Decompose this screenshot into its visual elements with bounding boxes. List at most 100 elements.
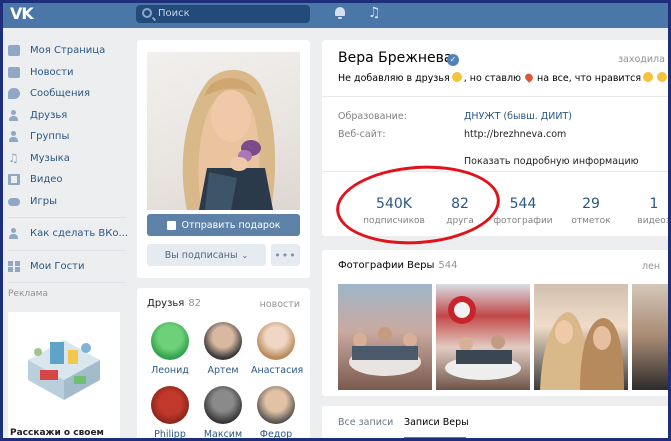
menu-item-music[interactable]: ♫ Музыка [8, 148, 126, 170]
friend-name: Федор [259, 429, 293, 440]
menu-item-friends[interactable]: Друзья [8, 105, 126, 127]
friend-avatar [257, 322, 295, 360]
games-icon [8, 198, 20, 207]
kiss-emoji-icon [657, 72, 668, 82]
photo-thumbnail[interactable] [436, 284, 530, 390]
send-gift-label: Отправить подарок [181, 219, 281, 231]
photo-thumbnail[interactable] [632, 284, 671, 390]
ad-block[interactable]: Расскажи о своем [8, 312, 120, 438]
menu-item-groups[interactable]: Группы [8, 126, 126, 148]
chevron-down-icon: ⌄ [241, 250, 249, 260]
photos-more-link[interactable]: лен [642, 261, 660, 272]
stat-videos[interactable]: 1 видеоз [628, 196, 671, 226]
friends-title: Друзья [147, 298, 185, 309]
photo-image [540, 312, 624, 390]
subscribed-dropdown-button[interactable]: Вы подписаны ⌄ [147, 244, 266, 266]
friends-icon [8, 109, 20, 121]
tab-own-posts[interactable]: Записи Веры [404, 417, 469, 428]
subscribed-label: Вы подписаны [164, 249, 238, 261]
show-more-info-link[interactable]: Показать подробную информацию [464, 156, 639, 167]
menu-item-label: Музыка [30, 152, 70, 164]
stat-label: видеоз [637, 216, 671, 226]
menu-item-label: Моя Страница [30, 45, 106, 57]
friends-news-link[interactable]: новости [260, 299, 300, 310]
photo-image [445, 296, 521, 380]
photos-title-row[interactable]: Фотографии Веры 544 [338, 260, 457, 271]
friend-name: Максим [203, 429, 243, 440]
photo-image [349, 327, 421, 376]
friend-item[interactable]: Леонид [145, 322, 195, 376]
friend-avatar [204, 386, 242, 424]
website-label: Веб-сайт: [338, 129, 386, 140]
website-link[interactable]: http://brezhneva.com [464, 129, 566, 140]
more-actions-button[interactable]: ••• [271, 244, 300, 266]
search-input[interactable]: Поиск [136, 5, 310, 23]
friends-card: Друзья 82 новости Леонид Артем Анастасия … [137, 288, 310, 441]
stat-value: 29 [582, 196, 600, 212]
photos-card: Фотографии Веры 544 лен [322, 250, 671, 396]
friend-item[interactable]: Анастасия [251, 322, 304, 376]
smile-emoji-icon [451, 72, 462, 82]
photo-thumbnail[interactable] [534, 284, 628, 390]
heart-emoji-icon [523, 72, 535, 83]
profile-avatar[interactable] [147, 52, 300, 210]
menu-item-guests[interactable]: Мои Гости [8, 256, 126, 278]
profile-name: Вера Брежнева [338, 50, 453, 66]
status-text-1: Не добавляю в друзья [338, 73, 450, 84]
profile-photo-card: Отправить подарок Вы подписаны ⌄ ••• [137, 40, 310, 278]
friend-name: Анастасия [251, 365, 304, 376]
menu-divider [8, 249, 126, 251]
friend-item[interactable]: Артем [198, 322, 248, 376]
stat-value: 1 [649, 196, 659, 212]
video-icon [8, 174, 20, 186]
friend-name: Леонид [151, 365, 189, 376]
send-gift-button[interactable]: Отправить подарок [147, 214, 300, 236]
stat-label: фотографии [493, 216, 553, 226]
menu-item-news[interactable]: Новости [8, 62, 126, 84]
wink-emoji-icon [643, 72, 654, 82]
menu-item-games[interactable]: Игры [8, 191, 126, 213]
friends-count: 82 [188, 298, 202, 309]
info-divider [322, 96, 671, 97]
friend-name: Philipp [154, 429, 186, 440]
tab-all-posts[interactable]: Все записи [338, 417, 393, 428]
photos-count: 544 [438, 260, 458, 271]
menu-item-label: Мои Гости [30, 260, 85, 272]
friend-name: Артем [207, 365, 239, 376]
ads-title: Реклама [8, 289, 48, 299]
gift-icon [166, 220, 176, 230]
menu-item-label: Как сделать ВКо... [30, 228, 129, 240]
stat-label: отметок [571, 216, 611, 226]
verified-check-icon: ✓ [447, 54, 459, 66]
photos-title: Фотографии Веры [338, 260, 435, 271]
education-label: Образование: [338, 111, 407, 122]
menu-item-label: Сообщения [30, 88, 91, 100]
menu-divider [8, 217, 126, 218]
notifications-bell-icon[interactable] [333, 6, 347, 20]
menu-item-label: Видео [30, 174, 63, 186]
search-placeholder: Поиск [158, 8, 190, 19]
status-text-2: , но ставлю [463, 73, 522, 84]
active-tab-indicator [404, 437, 466, 439]
info-divider [322, 171, 671, 172]
education-link[interactable]: ДНУЖТ (бывш. ДИИТ) [464, 111, 572, 122]
menu-item-label: Игры [30, 195, 57, 207]
menu-item-app[interactable]: Как сделать ВКо... [8, 223, 129, 245]
avatar-portrait [182, 69, 276, 210]
friend-item[interactable]: Максим [198, 386, 248, 440]
posts-tabs-card: Все записи Записи Веры [322, 406, 671, 441]
online-status: заходила с [618, 54, 671, 65]
top-header: VK Поиск ♫ [0, 0, 671, 28]
groups-icon [8, 131, 20, 143]
friend-item[interactable]: Philipp [145, 386, 195, 440]
menu-item-my-page[interactable]: Моя Страница [8, 40, 126, 62]
music-player-icon[interactable]: ♫ [368, 6, 382, 20]
vk-logo-icon[interactable]: VK [10, 4, 36, 24]
menu-item-messages[interactable]: Сообщения [8, 83, 126, 105]
friend-item[interactable]: Федор [251, 386, 301, 440]
stat-tags[interactable]: 29 отметок [562, 196, 620, 226]
menu-item-video[interactable]: Видео [8, 169, 126, 191]
friends-title-row[interactable]: Друзья 82 [147, 298, 201, 309]
app-icon [8, 228, 20, 240]
photo-thumbnail[interactable] [338, 284, 432, 390]
